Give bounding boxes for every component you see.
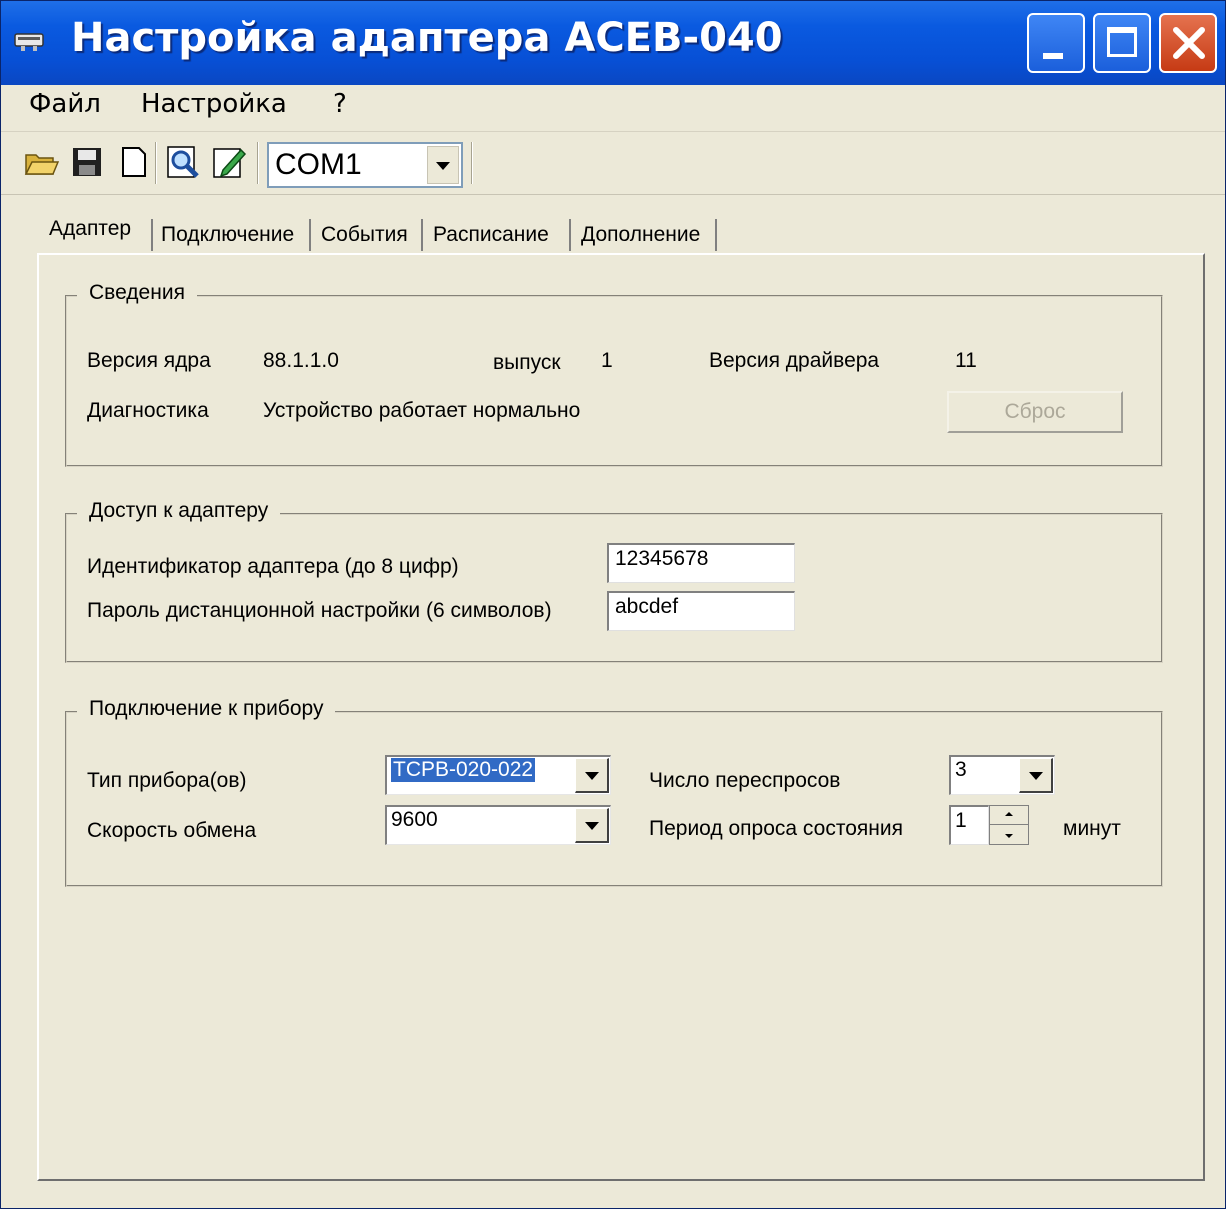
baud-rate-dropdown-button[interactable] — [575, 808, 609, 843]
tab-panel-adapter: Сведения Версия ядра 88.1.1.0 выпуск 1 В… — [37, 253, 1205, 1181]
diagnostics-label: Диагностика — [87, 399, 209, 422]
tab-divider — [713, 219, 717, 251]
edit-icon[interactable] — [211, 144, 247, 180]
tab-divider — [149, 219, 153, 251]
com-port-dropdown-button[interactable] — [427, 146, 459, 184]
maximize-button[interactable] — [1093, 13, 1151, 73]
toolbar: COM1 — [1, 132, 1225, 195]
menu-help[interactable]: ? — [333, 89, 347, 119]
poll-period-field[interactable]: 1 — [949, 805, 989, 845]
device-group-title: Подключение к прибору — [77, 697, 336, 721]
chevron-down-icon — [436, 162, 450, 170]
access-group: Доступ к адаптеру Идентификатор адаптера… — [65, 499, 1163, 663]
toolbar-separator — [155, 142, 157, 184]
remote-password-label: Пароль дистанционной настройки (6 символ… — [87, 599, 552, 622]
access-group-title: Доступ к адаптеру — [77, 499, 281, 523]
device-type-dropdown-button[interactable] — [575, 758, 609, 793]
retries-select[interactable]: 3 — [949, 755, 1055, 795]
poll-period-spinner[interactable] — [989, 805, 1029, 845]
adapter-id-value: 12345678 — [615, 547, 709, 570]
new-document-icon[interactable] — [115, 144, 151, 180]
device-group: Подключение к прибору Тип прибора(ов) ТС… — [65, 697, 1163, 887]
baud-rate-label: Скорость обмена — [87, 819, 257, 842]
release-value: 1 — [601, 349, 613, 372]
baud-rate-value: 9600 — [391, 808, 438, 831]
title-bar[interactable]: Настройка адаптера АСЕВ-040 — [1, 1, 1225, 85]
release-label: выпуск — [493, 351, 561, 374]
chevron-down-icon — [1028, 772, 1043, 780]
tab-divider — [307, 219, 311, 251]
toolbar-separator — [257, 142, 259, 184]
tab-divider — [419, 219, 423, 251]
toolbar-separator — [471, 142, 473, 184]
adapter-id-label: Идентификатор адаптера (до 8 цифр) — [87, 555, 459, 578]
save-icon[interactable] — [69, 144, 105, 180]
tab-divider — [567, 219, 571, 251]
open-folder-icon[interactable] — [23, 144, 59, 180]
com-port-select[interactable]: COM1 — [267, 142, 463, 188]
remote-password-value: abcdef — [615, 595, 679, 618]
core-version-label: Версия ядра — [87, 349, 211, 372]
menu-bar: Файл Настройка ? — [1, 85, 1225, 132]
retries-label: Число переспросов — [649, 769, 841, 792]
tab-adapter[interactable]: Адаптер — [49, 217, 131, 257]
spin-up-button[interactable] — [990, 806, 1028, 825]
device-type-select[interactable]: ТСРВ-020-022 — [385, 755, 611, 795]
chevron-down-icon — [584, 772, 599, 780]
minimize-button[interactable] — [1027, 13, 1085, 73]
baud-rate-select[interactable]: 9600 — [385, 805, 611, 845]
spin-down-button[interactable] — [990, 825, 1028, 844]
arrow-up-icon — [1005, 812, 1013, 816]
close-button[interactable] — [1159, 13, 1217, 73]
info-group-title: Сведения — [77, 281, 197, 305]
menu-file[interactable]: Файл — [29, 89, 101, 119]
device-type-value: ТСРВ-020-022 — [391, 758, 536, 782]
driver-version-label: Версия драйвера — [709, 349, 880, 372]
close-icon — [1173, 27, 1205, 59]
com-port-value: COM1 — [275, 148, 362, 181]
remote-password-field[interactable]: abcdef — [607, 591, 795, 631]
driver-version-value: 11 — [955, 349, 977, 372]
info-group: Сведения Версия ядра 88.1.1.0 выпуск 1 В… — [65, 281, 1163, 467]
app-icon — [14, 33, 44, 51]
minimize-icon — [1043, 53, 1063, 59]
main-window: Настройка адаптера АСЕВ-040 Файл Настрой… — [0, 0, 1226, 1209]
arrow-down-icon — [1005, 834, 1013, 838]
adapter-id-field[interactable]: 12345678 — [607, 543, 795, 583]
device-type-label: Тип прибора(ов) — [87, 769, 247, 792]
window-title: Настройка адаптера АСЕВ-040 — [71, 15, 783, 61]
reset-button[interactable]: Сброс — [947, 391, 1123, 433]
diagnostics-value: Устройство работает нормально — [263, 399, 581, 422]
chevron-down-icon — [584, 822, 599, 830]
maximize-icon — [1107, 27, 1137, 57]
poll-period-unit: минут — [1063, 817, 1121, 840]
menu-settings[interactable]: Настройка — [141, 89, 287, 119]
core-version-value: 88.1.1.0 — [263, 349, 339, 372]
poll-period-label: Период опроса состояния — [649, 817, 903, 840]
retries-dropdown-button[interactable] — [1019, 758, 1053, 793]
poll-period-value: 1 — [955, 809, 967, 832]
retries-value: 3 — [955, 758, 967, 781]
search-icon[interactable] — [165, 144, 201, 180]
